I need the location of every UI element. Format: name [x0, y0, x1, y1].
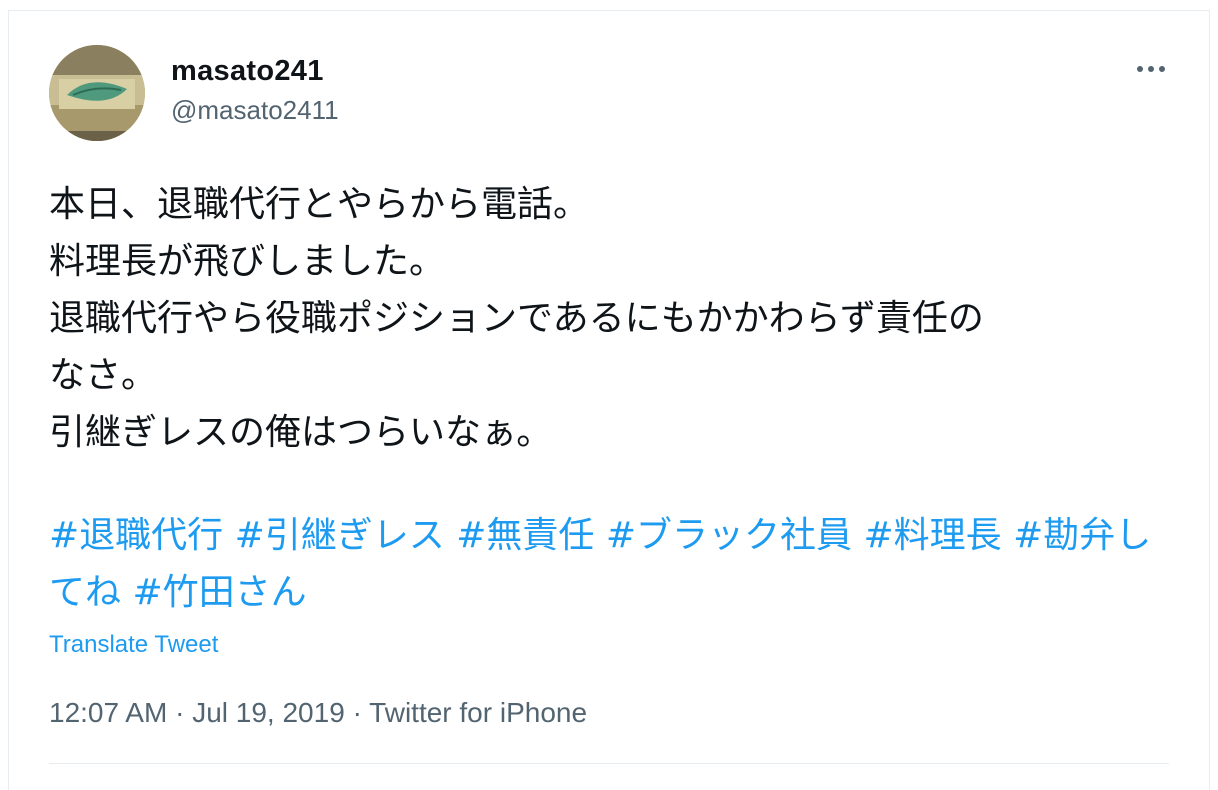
divider — [49, 763, 1169, 764]
avatar[interactable] — [49, 45, 145, 141]
hashtag-link[interactable]: #退職代行 — [49, 515, 223, 556]
hashtag-link[interactable]: #無責任 — [456, 515, 594, 556]
tweet-source-link[interactable]: Twitter for iPhone — [369, 697, 587, 728]
tweet-text-line: 引継ぎレスの俺はつらいなぁ。 — [49, 412, 553, 453]
tweet-metadata: 12:07 AM · Jul 19, 2019 · Twitter for iP… — [49, 697, 587, 729]
tweet-text-line: 本日、退職代行とやらから電話。 — [49, 184, 590, 225]
more-options-button[interactable] — [1133, 57, 1169, 81]
tweet-text-line: なさ。 — [49, 355, 158, 396]
user-info: masato241 @masato2411 — [171, 55, 339, 125]
meta-separator: · — [175, 697, 185, 728]
translate-tweet-link[interactable]: Translate Tweet — [49, 631, 218, 659]
meta-separator: · — [352, 697, 362, 728]
tweet-text-line: 退職代行やら役職ポジションであるにもかかわらず責任の — [49, 298, 984, 339]
tweet-text-line: 料理長が飛びしました。 — [49, 241, 446, 282]
tweet-date[interactable]: Jul 19, 2019 — [192, 697, 345, 728]
hashtag-link[interactable]: #ブラック社員 — [606, 515, 852, 556]
user-handle[interactable]: @masato2411 — [171, 95, 339, 125]
more-horizontal-icon — [1137, 66, 1165, 72]
hashtag-link[interactable]: #竹田さん — [132, 572, 306, 613]
tweet-text: 本日、退職代行とやらから電話。 料理長が飛びしました。 退職代行やら役職ポジショ… — [49, 176, 1179, 461]
hashtag-link[interactable]: #料理長 — [864, 515, 1002, 556]
avatar-image — [49, 45, 145, 141]
hashtag-link[interactable]: #引継ぎレス — [235, 515, 445, 556]
hashtag-list: #退職代行 #引継ぎレス #無責任 #ブラック社員 #料理長 #勘弁してね #竹… — [49, 507, 1179, 621]
user-display-name[interactable]: masato241 — [171, 55, 339, 87]
tweet-card: masato241 @masato2411 本日、退職代行とやらから電話。 料理… — [8, 10, 1210, 790]
tweet-time[interactable]: 12:07 AM — [49, 697, 167, 728]
